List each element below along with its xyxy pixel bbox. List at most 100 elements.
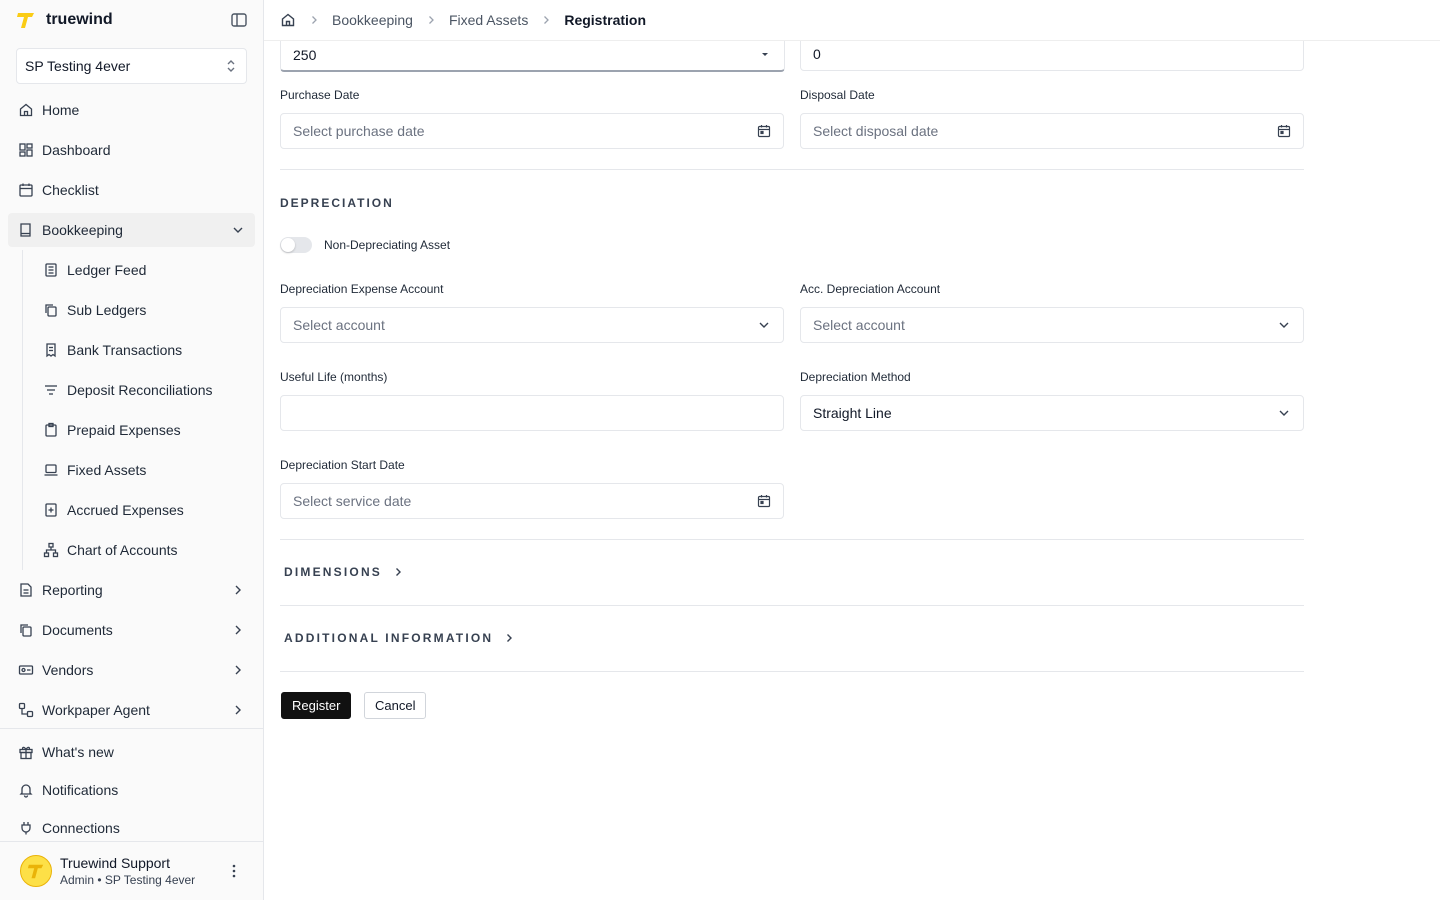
dimensions-title: DIMENSIONS bbox=[284, 565, 383, 579]
nav-accrued-expenses-label: Accrued Expenses bbox=[67, 502, 184, 518]
additional-info-toggle[interactable]: ADDITIONAL INFORMATION bbox=[284, 631, 515, 645]
breadcrumb-fixed-assets[interactable]: Fixed Assets bbox=[449, 12, 528, 28]
purchase-date-input[interactable]: Select purchase date bbox=[280, 113, 784, 149]
nav-notifications-label: Notifications bbox=[42, 782, 119, 798]
nav-accrued-expenses[interactable]: Accrued Expenses bbox=[33, 490, 255, 530]
breadcrumb-current: Registration bbox=[564, 12, 647, 28]
nav-bookkeeping[interactable]: Bookkeeping bbox=[8, 213, 255, 247]
user-card[interactable]: Truewind Support Admin • SP Testing 4eve… bbox=[0, 841, 263, 900]
non-depreciating-toggle[interactable] bbox=[280, 237, 312, 253]
truewind-logo-icon bbox=[27, 864, 44, 879]
brand[interactable]: truewind bbox=[16, 8, 113, 32]
nav-checklist[interactable]: Checklist bbox=[8, 170, 255, 210]
nav-prepaid-expenses[interactable]: Prepaid Expenses bbox=[33, 410, 255, 450]
disposal-date-label: Disposal Date bbox=[800, 88, 875, 102]
purchase-date-placeholder: Select purchase date bbox=[293, 123, 425, 139]
home-icon[interactable] bbox=[280, 12, 296, 28]
nav-vendors-label: Vendors bbox=[42, 662, 94, 678]
truewind-logo-icon bbox=[17, 13, 34, 28]
nav-fixed-assets-label: Fixed Assets bbox=[67, 462, 147, 478]
nav-deposit-reconciliations-label: Deposit Reconciliations bbox=[67, 382, 213, 398]
file-plus-icon bbox=[45, 503, 57, 517]
avatar bbox=[20, 855, 52, 887]
nav-reporting[interactable]: Reporting bbox=[8, 570, 255, 610]
nav-notifications[interactable]: Notifications bbox=[8, 771, 255, 809]
chevron-down-icon bbox=[233, 227, 243, 233]
nav-whats-new[interactable]: What's new bbox=[8, 733, 255, 771]
dep-method-select[interactable]: Straight Line bbox=[800, 395, 1304, 431]
caret-down-icon bbox=[762, 52, 768, 56]
sidebar: truewind SP Testing 4ever Home Dashboard… bbox=[0, 0, 264, 900]
user-name: Truewind Support bbox=[60, 855, 170, 871]
divider bbox=[280, 539, 1304, 540]
laptop-icon bbox=[44, 464, 58, 476]
report-icon bbox=[20, 583, 32, 597]
cost-value: 250 bbox=[293, 46, 317, 63]
plug-icon bbox=[21, 822, 31, 835]
bottom-nav: What's new Notifications Connections bbox=[0, 728, 263, 847]
chevron-down-icon bbox=[1279, 322, 1289, 328]
calendar-icon[interactable] bbox=[757, 124, 771, 138]
nav-dashboard[interactable]: Dashboard bbox=[8, 130, 255, 170]
nav-ledger-feed[interactable]: Ledger Feed bbox=[33, 250, 255, 290]
dep-expense-account-label: Depreciation Expense Account bbox=[280, 282, 444, 296]
disposal-date-input[interactable]: Select disposal date bbox=[800, 113, 1304, 149]
additional-info-title: ADDITIONAL INFORMATION bbox=[284, 631, 494, 645]
chevron-right-icon bbox=[507, 634, 513, 642]
calendar-icon[interactable] bbox=[1277, 124, 1291, 138]
cost-input[interactable]: 250 bbox=[280, 36, 785, 72]
non-depreciating-label: Non-Depreciating Asset bbox=[324, 238, 451, 252]
dep-method-value: Straight Line bbox=[813, 405, 892, 421]
depreciation-section-title: DEPRECIATION bbox=[280, 196, 394, 210]
breadcrumb-bookkeeping[interactable]: Bookkeeping bbox=[332, 12, 413, 28]
more-vertical-icon[interactable] bbox=[225, 862, 243, 880]
chevron-right-icon bbox=[235, 705, 241, 715]
nav-checklist-label: Checklist bbox=[42, 182, 99, 198]
nav-documents-label: Documents bbox=[42, 622, 113, 638]
dep-start-date-placeholder: Select service date bbox=[293, 493, 412, 509]
chevron-right-icon bbox=[235, 665, 241, 675]
divider bbox=[280, 605, 1304, 606]
nav-workpaper-agent-label: Workpaper Agent bbox=[42, 702, 150, 718]
dashboard-icon bbox=[19, 143, 33, 157]
breadcrumb: Bookkeeping Fixed Assets Registration bbox=[264, 0, 1440, 41]
salvage-input[interactable]: 0 bbox=[800, 36, 1304, 71]
calendar-icon[interactable] bbox=[757, 494, 771, 508]
organization-select[interactable]: SP Testing 4ever bbox=[16, 48, 247, 84]
nav-home-label: Home bbox=[42, 102, 80, 118]
acc-dep-account-label: Acc. Depreciation Account bbox=[800, 282, 941, 296]
chevron-down-icon bbox=[1279, 410, 1289, 416]
nav-deposit-reconciliations[interactable]: Deposit Reconciliations bbox=[33, 370, 255, 410]
chevron-down-icon bbox=[759, 322, 769, 328]
useful-life-input[interactable] bbox=[280, 395, 784, 431]
home-icon bbox=[19, 103, 33, 117]
nav-fixed-assets[interactable]: Fixed Assets bbox=[33, 450, 255, 490]
chevron-up-down-icon bbox=[227, 60, 235, 72]
book-icon bbox=[20, 223, 31, 237]
documents-icon bbox=[20, 624, 32, 637]
receipt-icon bbox=[46, 343, 56, 358]
acc-dep-account-select[interactable]: Select account bbox=[800, 307, 1304, 343]
workflow-icon bbox=[18, 702, 34, 718]
list-filter-icon bbox=[45, 385, 57, 395]
chevron-right-icon bbox=[235, 585, 241, 595]
nav-bank-transactions[interactable]: Bank Transactions bbox=[33, 330, 255, 370]
nav-documents[interactable]: Documents bbox=[8, 610, 255, 650]
nav-chart-of-accounts[interactable]: Chart of Accounts bbox=[33, 530, 255, 570]
nav-vendors[interactable]: Vendors bbox=[8, 650, 255, 690]
nav-home[interactable]: Home bbox=[8, 90, 255, 130]
nav-sub-ledgers[interactable]: Sub Ledgers bbox=[33, 290, 255, 330]
sidebar-toggle-icon[interactable] bbox=[230, 11, 248, 29]
nav-dashboard-label: Dashboard bbox=[42, 142, 111, 158]
chevron-right-icon bbox=[428, 16, 434, 24]
user-role: Admin • SP Testing 4ever bbox=[60, 873, 196, 887]
dep-expense-account-select[interactable]: Select account bbox=[280, 307, 784, 343]
dep-start-date-input[interactable]: Select service date bbox=[280, 483, 784, 519]
purchase-date-label: Purchase Date bbox=[280, 88, 360, 102]
register-button[interactable]: Register bbox=[281, 692, 352, 719]
user-info: Truewind Support Admin • SP Testing 4eve… bbox=[60, 855, 217, 887]
dep-expense-account-placeholder: Select account bbox=[293, 317, 385, 333]
cancel-button[interactable]: Cancel bbox=[364, 692, 427, 719]
dimensions-toggle[interactable]: DIMENSIONS bbox=[284, 565, 404, 579]
nav-workpaper-agent[interactable]: Workpaper Agent bbox=[8, 690, 255, 730]
